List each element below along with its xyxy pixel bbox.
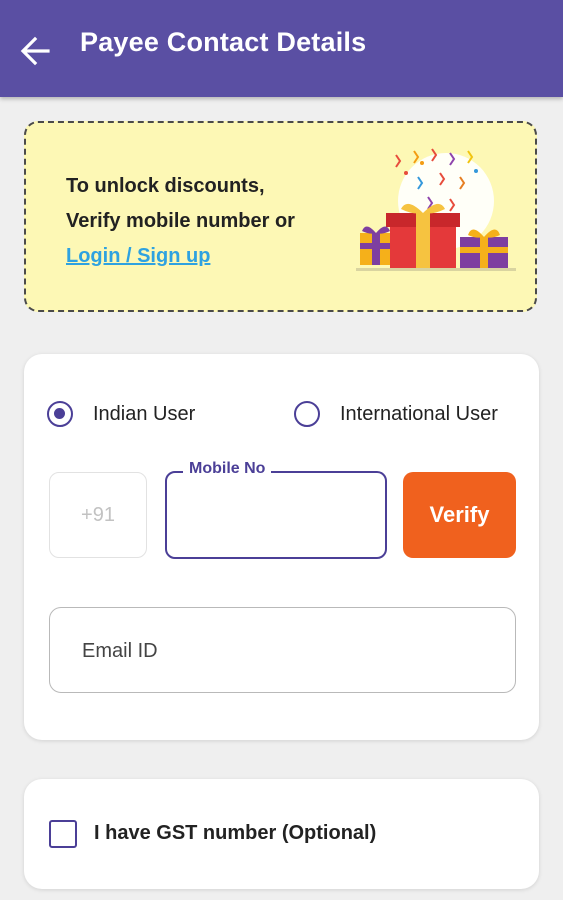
mobile-field-label: Mobile No: [183, 460, 272, 478]
radio-unselected-icon[interactable]: [294, 401, 320, 427]
email-field[interactable]: [49, 607, 516, 693]
contact-form-card: Indian User International User +91 Mobil…: [24, 354, 539, 740]
gift-box-icon: [356, 148, 516, 271]
app-bar: Payee Contact Details: [0, 0, 563, 97]
radio-international-user[interactable]: International User: [294, 401, 498, 427]
login-signup-link[interactable]: Login / Sign up: [66, 239, 210, 274]
promo-text: To unlock discounts, Verify mobile numbe…: [66, 169, 295, 274]
mobile-input[interactable]: [181, 499, 375, 535]
page-title: Payee Contact Details: [80, 27, 367, 57]
gst-label: I have GST number (Optional): [94, 822, 377, 844]
verify-button[interactable]: Verify: [403, 472, 516, 558]
back-arrow-icon[interactable]: [14, 30, 56, 72]
promo-line-1: To unlock discounts,: [66, 175, 265, 197]
radio-label-indian: Indian User: [93, 402, 196, 425]
radio-indian-user[interactable]: Indian User: [47, 401, 195, 427]
promo-banner: To unlock discounts, Verify mobile numbe…: [24, 121, 537, 312]
radio-selected-icon[interactable]: [47, 401, 73, 427]
gst-card: I have GST number (Optional): [24, 779, 539, 889]
gst-checkbox[interactable]: [49, 820, 77, 848]
country-code-field: +91: [49, 472, 147, 558]
promo-line-2: Verify mobile number or: [66, 210, 295, 232]
mobile-field[interactable]: Mobile No: [165, 460, 387, 559]
radio-label-international: International User: [340, 402, 498, 425]
email-input[interactable]: [80, 632, 484, 670]
